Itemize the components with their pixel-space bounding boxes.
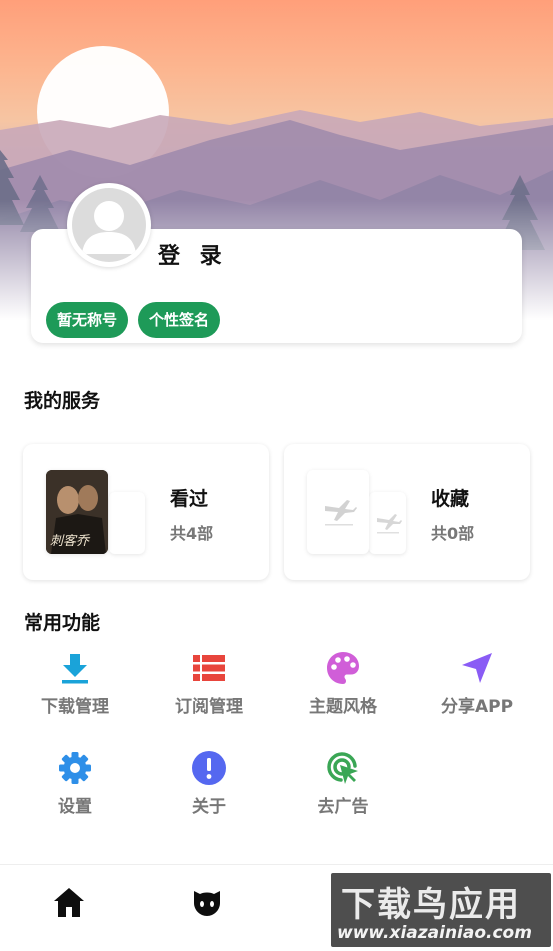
share-app-button[interactable]: 分享APP [422,648,532,717]
watched-card[interactable]: 刺客乔 看过 共4部 [23,444,269,580]
favorites-card[interactable]: 收藏 共0部 [284,444,530,580]
remove-ads-label: 去广告 [317,797,369,817]
download-manager-button[interactable]: 下载管理 [20,648,130,717]
plane-icon [377,514,402,534]
list-icon [193,655,225,681]
download-icon [62,654,88,684]
share-app-label: 分享APP [440,697,514,717]
user-placeholder-icon [72,188,146,262]
favorites-count: 共0部 [431,524,475,543]
functions-section-title: 常用功能 [24,612,101,634]
theme-style-label: 主题风格 [309,697,377,717]
watermark-url: www.xiazainiao.com [337,923,532,943]
settings-label: 设置 [58,797,92,817]
remove-ads-button[interactable]: 去广告 [288,748,398,817]
movie-poster-image: 刺客乔 [46,470,108,554]
home-icon[interactable] [52,885,86,923]
theme-style-button[interactable]: 主题风格 [288,648,398,717]
subscription-manager-button[interactable]: 订阅管理 [154,648,264,717]
watermark-brand: 下载鸟应用 [341,885,521,925]
subscription-manager-label: 订阅管理 [175,697,243,717]
services-section-title: 我的服务 [24,390,101,412]
title-tag[interactable]: 暂无称号 [46,302,129,338]
send-icon [462,653,492,683]
poster-placeholder [369,492,406,554]
poster-placeholder [109,492,145,554]
watermark-logo: 下载鸟应用 www.xiazainiao.com [331,873,551,947]
about-button[interactable]: 关于 [154,748,264,817]
download-manager-label: 下载管理 [41,697,109,717]
avatar[interactable] [67,183,151,267]
login-button[interactable]: 登 录 [158,238,228,270]
settings-button[interactable]: 设置 [20,748,130,817]
favorites-title: 收藏 [431,488,470,510]
about-label: 关于 [192,797,226,817]
watched-title: 看过 [170,488,209,510]
cursor-click-icon [327,752,358,784]
plane-icon [325,500,357,526]
signature-tag[interactable]: 个性签名 [138,302,221,338]
poster-title: 刺客乔 [50,534,90,549]
poster-placeholder [307,470,369,554]
info-icon [192,751,226,785]
palette-icon [327,652,359,684]
gear-icon [59,752,91,784]
watched-count: 共4部 [170,524,214,543]
face-icon[interactable] [190,885,224,923]
